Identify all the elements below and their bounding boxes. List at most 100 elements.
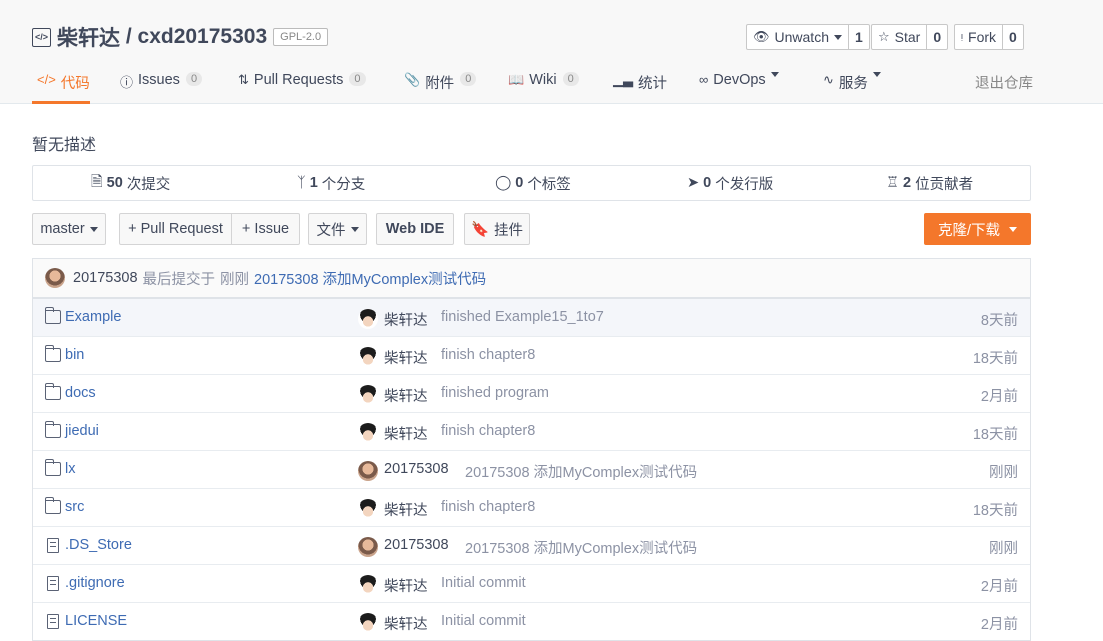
release-icon: ➤ bbox=[687, 175, 700, 191]
file-author[interactable]: 20175308 bbox=[384, 461, 449, 477]
tab-services[interactable]: ∿ 服务 bbox=[823, 62, 881, 104]
file-name[interactable]: docs bbox=[65, 385, 96, 401]
repo-description: 暂无描述 bbox=[32, 137, 97, 154]
file-name[interactable]: Example bbox=[65, 309, 121, 325]
commit-author[interactable]: 20175308 bbox=[73, 270, 138, 286]
file-icon bbox=[47, 614, 59, 629]
file-author[interactable]: 柴轩达 bbox=[384, 309, 428, 330]
fork-icon: ᵎ bbox=[961, 29, 964, 45]
chevron-down-icon bbox=[1009, 226, 1018, 232]
file-time: 刚刚 bbox=[989, 541, 1018, 557]
file-author[interactable]: 柴轩达 bbox=[384, 575, 428, 596]
file-commit-message[interactable]: 20175308 添加MyComplex测试代码 bbox=[465, 537, 697, 558]
file-name[interactable]: .gitignore bbox=[65, 575, 125, 591]
file-name[interactable]: .DS_Store bbox=[65, 537, 132, 553]
file-list: Example 柴轩达 finished Example15_1to7 8天前 … bbox=[32, 297, 1031, 641]
repo-name[interactable]: cxd20175303 bbox=[138, 25, 268, 49]
tab-wiki[interactable]: 📖 Wiki 0 bbox=[508, 62, 579, 104]
file-name[interactable]: src bbox=[65, 499, 84, 515]
commit-label: 最后提交于 bbox=[142, 271, 216, 288]
avatar[interactable] bbox=[45, 268, 65, 288]
branch-select[interactable]: master bbox=[32, 213, 106, 245]
tab-devops[interactable]: ∞ DevOps bbox=[699, 62, 779, 104]
commit-message[interactable]: 20175308 添加MyComplex测试代码 bbox=[254, 268, 486, 289]
tab-pull-requests[interactable]: ⇅ Pull Requests 0 bbox=[238, 62, 366, 104]
file-commit-message[interactable]: finished Example15_1to7 bbox=[441, 309, 604, 325]
avatar[interactable] bbox=[358, 575, 378, 595]
latest-commit-bar: 20175308 最后提交于 刚刚 20175308 添加MyComplex测试… bbox=[32, 258, 1031, 297]
file-time: 18天前 bbox=[972, 503, 1018, 519]
file-time: 2月前 bbox=[980, 389, 1018, 405]
new-issue-button[interactable]: + Issue bbox=[231, 213, 300, 245]
avatar[interactable] bbox=[358, 347, 378, 367]
stat-contributors[interactable]: ♖ 2 位贡献者 bbox=[886, 166, 973, 200]
file-commit-message[interactable]: Initial commit bbox=[441, 575, 526, 591]
avatar[interactable] bbox=[358, 537, 378, 557]
watch-count[interactable]: 1 bbox=[848, 24, 870, 50]
code-icon: </> bbox=[37, 72, 56, 87]
file-commit-message[interactable]: finish chapter8 bbox=[441, 347, 535, 363]
stat-commits[interactable]: 🗎 50 次提交 bbox=[91, 166, 170, 200]
license-badge[interactable]: GPL-2.0 bbox=[273, 28, 329, 46]
avatar[interactable] bbox=[358, 613, 378, 633]
avatar[interactable] bbox=[358, 309, 378, 329]
file-author[interactable]: 柴轩达 bbox=[384, 385, 428, 406]
bookmark-icon: 🔖 bbox=[470, 221, 490, 238]
star-button[interactable]: ☆ Star bbox=[871, 24, 928, 50]
file-commit-message[interactable]: 20175308 添加MyComplex测试代码 bbox=[465, 461, 697, 482]
folder-icon bbox=[45, 421, 61, 438]
file-author[interactable]: 20175308 bbox=[384, 537, 449, 553]
infinity-icon: ∞ bbox=[699, 72, 709, 87]
file-commit-message[interactable]: finish chapter8 bbox=[441, 499, 535, 515]
unwatch-button[interactable]: 👁 Unwatch bbox=[746, 24, 849, 50]
file-time: 18天前 bbox=[972, 351, 1018, 367]
file-commit-message[interactable]: finish chapter8 bbox=[441, 423, 535, 439]
star-count[interactable]: 0 bbox=[927, 24, 949, 50]
file-time: 18天前 bbox=[972, 427, 1018, 443]
file-row-example: Example 柴轩达 finished Example15_1to7 8天前 bbox=[33, 298, 1030, 336]
folder-icon bbox=[45, 307, 61, 324]
new-pull-request-button[interactable]: + Pull Request bbox=[119, 213, 232, 245]
watch-group: 👁 Unwatch 1 bbox=[746, 24, 870, 50]
avatar[interactable] bbox=[358, 423, 378, 443]
folder-icon bbox=[45, 345, 61, 362]
commit-time: 刚刚 bbox=[220, 271, 250, 288]
tab-code[interactable]: </> 代码 bbox=[32, 62, 90, 104]
file-row-gitignore: .gitignore 柴轩达 Initial commit 2月前 bbox=[33, 564, 1030, 602]
stat-branches[interactable]: ᛉ 1 个分支 bbox=[297, 166, 365, 200]
repo-owner[interactable]: 柴轩达 bbox=[57, 22, 120, 52]
file-author[interactable]: 柴轩达 bbox=[384, 423, 428, 444]
file-commit-message[interactable]: finished program bbox=[441, 385, 549, 401]
file-commit-message[interactable]: Initial commit bbox=[441, 613, 526, 629]
stat-tags[interactable]: ◯ 0 个标签 bbox=[495, 166, 571, 200]
tab-stats[interactable]: ▁▃ 统计 bbox=[613, 62, 667, 104]
eye-icon: 👁 bbox=[753, 29, 770, 44]
file-name[interactable]: LICENSE bbox=[65, 613, 127, 629]
pulse-icon: ∿ bbox=[823, 72, 834, 87]
repo-tabs: </> 代码 ⓘ Issues 0 ⇅ Pull Requests 0 📎 附件 0 📖 Wik… bbox=[32, 62, 1033, 104]
file-time: 8天前 bbox=[980, 313, 1018, 329]
clone-download-button[interactable]: 克隆/下载 bbox=[924, 213, 1031, 245]
file-author[interactable]: 柴轩达 bbox=[384, 499, 428, 520]
leave-repo-link[interactable]: 退出仓库 bbox=[975, 62, 1033, 104]
avatar[interactable] bbox=[358, 499, 378, 519]
web-ide-button[interactable]: Web IDE bbox=[376, 213, 454, 245]
tab-issues[interactable]: ⓘ Issues 0 bbox=[120, 62, 203, 104]
file-name[interactable]: jiedui bbox=[65, 423, 99, 439]
files-menu-button[interactable]: 文件 bbox=[308, 213, 367, 245]
file-name[interactable]: lx bbox=[65, 461, 75, 477]
avatar[interactable] bbox=[358, 385, 378, 405]
file-row-src: src 柴轩达 finish chapter8 18天前 bbox=[33, 488, 1030, 526]
file-author[interactable]: 柴轩达 bbox=[384, 613, 428, 634]
folder-icon bbox=[45, 383, 61, 400]
fork-count[interactable]: 0 bbox=[1003, 24, 1024, 50]
pull-request-icon: ⇅ bbox=[238, 72, 249, 87]
fork-button[interactable]: ᵎ Fork bbox=[954, 24, 1004, 50]
file-name[interactable]: bin bbox=[65, 347, 84, 363]
file-author[interactable]: 柴轩达 bbox=[384, 347, 428, 368]
tab-attachments[interactable]: 📎 附件 0 bbox=[404, 62, 477, 104]
widget-button[interactable]: 🔖 挂件 bbox=[464, 213, 530, 245]
commit-icon: 🗎 bbox=[91, 173, 103, 190]
avatar[interactable] bbox=[358, 461, 378, 481]
stat-releases[interactable]: ➤ 0 个发行版 bbox=[687, 166, 773, 200]
